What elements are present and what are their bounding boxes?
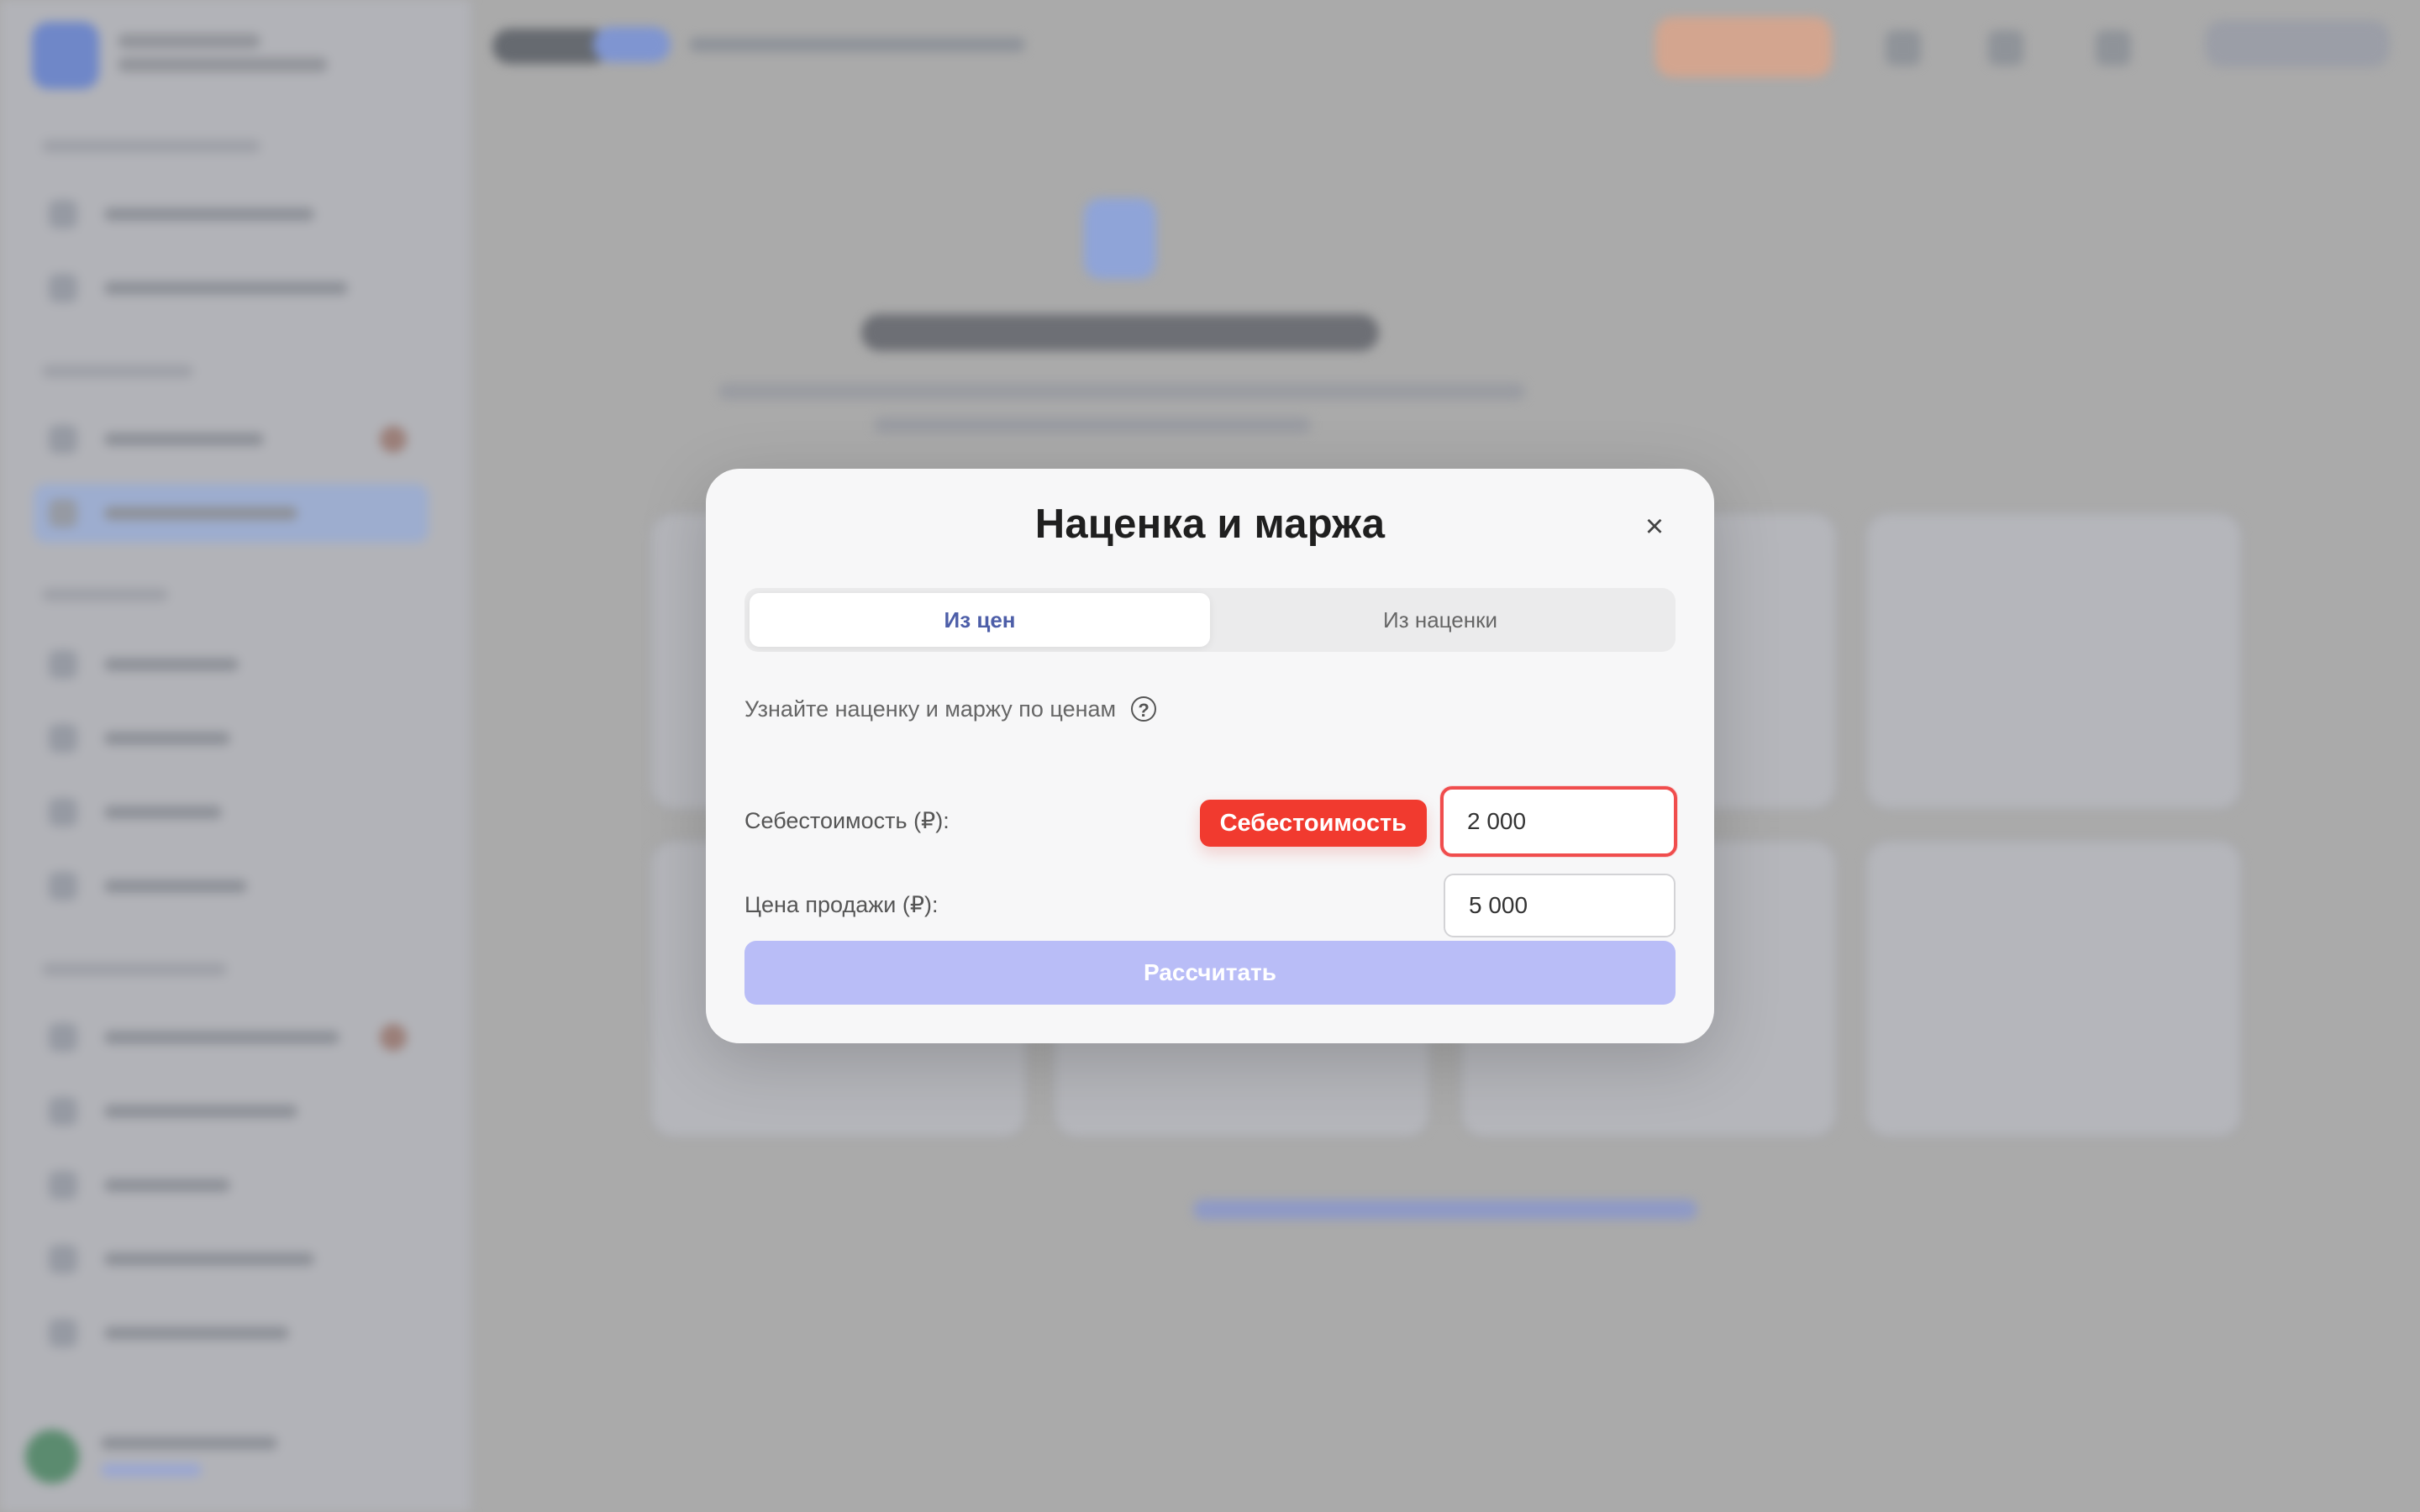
sidebar-item-placeholder (34, 1082, 429, 1141)
sidebar (0, 0, 472, 1512)
hero-subtitle-line (874, 417, 1311, 433)
close-icon[interactable]: × (1637, 509, 1672, 544)
sidebar-item-text (104, 658, 239, 671)
cost-field-row: Себестоимость (₽): Себестоимость (744, 786, 1677, 857)
sidebar-item-text (104, 207, 314, 221)
sidebar-profile-placeholder (25, 1411, 437, 1495)
sidebar-section-placeholder (42, 588, 168, 601)
topbar-icon-placeholder (2096, 30, 2131, 66)
sidebar-section-placeholder (42, 963, 227, 976)
avatar (25, 1430, 79, 1483)
modal-title: Наценка и маржа (1034, 501, 1386, 547)
sidebar-item-icon (49, 200, 77, 228)
profile-name-line (101, 1436, 277, 1450)
sidebar-badge (380, 426, 407, 453)
brand-logo (32, 22, 99, 89)
sidebar-item-placeholder (34, 185, 429, 244)
hero-icon-placeholder (1084, 198, 1156, 279)
sidebar-item-text (104, 806, 222, 819)
sidebar-section-placeholder (42, 365, 193, 378)
sidebar-item-text (104, 433, 264, 446)
sidebar-item-icon (49, 650, 77, 679)
bottom-link-placeholder (1193, 1200, 1697, 1220)
hero-subtitle-line (718, 383, 1525, 400)
app-shell: Наценка и маржа × Из цен Из наценки Узна… (0, 0, 2420, 1512)
sidebar-item-text (104, 1326, 289, 1340)
topbar (471, 0, 2420, 101)
profile-badge-line (101, 1463, 202, 1477)
markup-margin-modal: Наценка и маржа × Из цен Из наценки Узна… (706, 469, 1714, 1043)
sidebar-item-icon (49, 499, 77, 528)
sidebar-item-text (104, 1252, 314, 1266)
sidebar-item-text (104, 1031, 339, 1044)
highlight-button-placeholder (1655, 17, 1832, 77)
sidebar-item-icon (49, 425, 77, 454)
sidebar-item-icon (49, 798, 77, 827)
sidebar-item-icon (49, 1245, 77, 1273)
user-chip-placeholder (2205, 20, 2390, 67)
sale-price-input[interactable] (1444, 874, 1676, 937)
sidebar-item-placeholder (34, 1304, 429, 1362)
sidebar-item-icon (49, 1023, 77, 1052)
sidebar-item-icon (49, 1171, 77, 1200)
content-card-placeholder (1865, 840, 2242, 1137)
sidebar-section-placeholder (42, 139, 260, 153)
sidebar-item-icon (49, 1319, 77, 1347)
sidebar-item-text (104, 732, 230, 745)
logo-placeholder (492, 29, 610, 64)
sidebar-item-placeholder (34, 857, 429, 916)
badge-placeholder (593, 27, 671, 62)
sidebar-item-text (104, 879, 247, 893)
sidebar-item-icon (49, 724, 77, 753)
sidebar-item-text (104, 281, 348, 295)
sidebar-item-placeholder (34, 1230, 429, 1289)
topbar-icon-placeholder (1988, 30, 2023, 66)
sidebar-item-text (104, 1105, 297, 1118)
breadcrumb-placeholder (689, 37, 1025, 52)
help-icon[interactable]: ? (1131, 696, 1157, 722)
hint-row: Узнайте наценку и маржу по ценам ? (744, 692, 1157, 726)
sidebar-item-text (104, 1179, 230, 1192)
sidebar-item-text (104, 507, 297, 520)
annotation-tag-cost: Себестоимость (1199, 800, 1427, 847)
sidebar-item-placeholder (34, 259, 429, 318)
content-card-placeholder (1865, 512, 2242, 810)
cost-label: Себестоимость (₽): (744, 808, 950, 833)
sale-price-field-row: Цена продажи (₽): (744, 874, 1676, 941)
sidebar-brand (25, 12, 445, 89)
brand-subtext-line (118, 57, 328, 72)
sidebar-badge (380, 1024, 407, 1051)
sidebar-item-placeholder (34, 1008, 429, 1067)
sale-price-label: Цена продажи (₽): (744, 892, 939, 917)
hero-title-placeholder (861, 314, 1379, 351)
sidebar-item-icon (49, 1097, 77, 1126)
sidebar-item-icon (49, 872, 77, 900)
cost-input[interactable] (1440, 786, 1677, 857)
calculation-mode-tabs: Из цен Из наценки (744, 588, 1676, 652)
sidebar-item-placeholder (34, 410, 429, 469)
topbar-icon-placeholder (1886, 30, 1921, 66)
brand-text-line (118, 34, 260, 49)
sidebar-item-icon (49, 274, 77, 302)
sidebar-item-placeholder (34, 783, 429, 842)
tab-from-prices[interactable]: Из цен (750, 593, 1210, 647)
sidebar-item-active (34, 484, 429, 543)
calculate-button[interactable]: Рассчитать (744, 941, 1676, 1005)
hint-text: Узнайте наценку и маржу по ценам (744, 696, 1117, 722)
sidebar-item-placeholder (34, 709, 429, 768)
tab-from-markup[interactable]: Из наценки (1210, 593, 1670, 647)
sidebar-item-placeholder (34, 635, 429, 694)
sidebar-item-placeholder (34, 1156, 429, 1215)
